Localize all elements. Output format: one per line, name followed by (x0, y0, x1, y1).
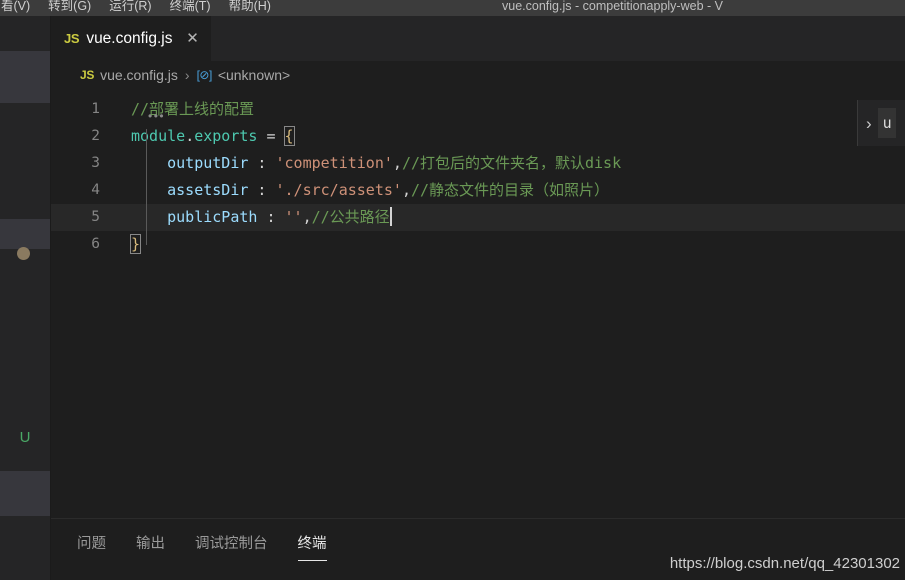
code-line[interactable]: 1 //部署上线的配置 (51, 96, 905, 123)
code-token-obj: module (131, 127, 186, 145)
explorer-row-highlight-1[interactable] (0, 51, 50, 103)
bracket-match: { (283, 126, 295, 146)
module-symbol-icon: [⊘] (196, 68, 213, 82)
panel-tab-1[interactable]: 输出 (136, 533, 165, 561)
code-line-text[interactable]: module.exports = { (115, 123, 905, 150)
code-lines[interactable]: 1//部署上线的配置 2 module.exports = {3 outputDir… (51, 96, 905, 258)
bracket-match: } (129, 234, 142, 254)
code-line-text[interactable]: publicPath : '',//公共路径 (115, 204, 905, 231)
vscode-window: 看(V) 转到(G) 运行(R) 终端(T) 帮助(H) vue.config.… (0, 0, 905, 580)
panel-tab-2[interactable]: 调试控制台 (195, 533, 268, 561)
code-line-text[interactable]: } (115, 231, 905, 258)
text-cursor (389, 207, 392, 226)
code-line[interactable]: 2 module.exports = { (51, 123, 905, 150)
line-number: 4 (91, 182, 100, 198)
panel-tab-0[interactable]: 问题 (77, 533, 106, 561)
code-editor[interactable]: 1//部署上线的配置 2 module.exports = {3 outputDir… (51, 89, 905, 518)
window-title: vue.config.js - competitionapply-web - V (502, 0, 723, 13)
editor-tab-bar: JS vue.config.js ✕ (51, 16, 905, 61)
code-token-punc: . (185, 127, 195, 145)
panel-tab-list: 问题 输出 调试控制台 终端 (77, 533, 327, 561)
explorer-row-highlight-2[interactable] (0, 219, 50, 249)
folding-dots-icon: ••• (148, 109, 166, 123)
panel-tab-3[interactable]: 终端 (297, 533, 327, 561)
code-token-prop: assetsDir (167, 181, 249, 199)
tab-vue-config-js[interactable]: JS vue.config.js ✕ (51, 16, 212, 61)
line-number: 6 (91, 236, 100, 252)
title-bar: 看(V) 转到(G) 运行(R) 终端(T) 帮助(H) vue.config.… (0, 0, 905, 16)
code-line[interactable]: 3 outputDir : 'competition',//打包后的文件夹名，默… (51, 150, 905, 177)
code-token-punc: : (248, 154, 276, 172)
explorer-sidebar[interactable]: U (0, 16, 50, 580)
close-icon[interactable]: ✕ (184, 31, 200, 46)
code-line-text[interactable]: outputDir : 'competition',//打包后的文件夹名，默认d… (115, 150, 905, 177)
code-token-punc: : (248, 181, 276, 199)
side-panel-widget[interactable]: › u (857, 100, 905, 146)
code-token-punc: , (302, 208, 312, 226)
line-number: 5 (91, 209, 100, 225)
breadcrumb[interactable]: JS vue.config.js › [⊘] <unknown> (51, 61, 905, 89)
tab-label: vue.config.js (86, 29, 173, 47)
chevron-right-icon: › (184, 67, 190, 83)
code-line-text[interactable]: assetsDir : './src/assets',//静态文件的目录（如照片… (115, 177, 905, 204)
code-line-text[interactable]: //部署上线的配置 (115, 96, 905, 123)
code-token-comment: //打包后的文件夹名，默认disk (401, 154, 622, 172)
code-token-op: = (257, 127, 285, 145)
js-file-icon: JS (64, 31, 80, 46)
watermark-url: https://blog.csdn.net/qq_42301302 (669, 555, 900, 572)
explorer-row-highlight-3[interactable] (0, 471, 50, 516)
code-token-obj: exports (194, 127, 258, 145)
code-line[interactable]: 6} (51, 231, 905, 258)
code-token-punc: , (401, 181, 411, 199)
code-token-str: 'competition' (275, 154, 393, 172)
modified-file-dot-icon (17, 247, 30, 260)
chevron-right-icon[interactable]: › (866, 115, 872, 132)
code-token-punc: : (257, 208, 285, 226)
code-token-comment: //静态文件的目录（如照片） (410, 181, 610, 199)
code-token-str: './src/assets' (275, 181, 402, 199)
code-token-prop: outputDir (167, 154, 249, 172)
code-line[interactable]: 5 publicPath : '',//公共路径 (51, 204, 905, 231)
side-widget-text: u (877, 108, 896, 138)
git-untracked-badge: U (19, 429, 31, 446)
indent-guide (146, 129, 147, 245)
js-file-icon: JS (80, 68, 95, 82)
code-token-prop: publicPath (167, 208, 258, 226)
code-token-comment: //公共路径 (311, 208, 390, 226)
line-number: 1 (91, 101, 100, 117)
code-line[interactable]: 4 assetsDir : './src/assets',//静态文件的目录（如… (51, 177, 905, 204)
code-token-punc: , (392, 154, 402, 172)
breadcrumb-file[interactable]: vue.config.js (100, 67, 178, 83)
line-number: 3 (91, 155, 100, 171)
code-token-str: '' (284, 208, 303, 226)
breadcrumb-symbol[interactable]: <unknown> (218, 67, 290, 83)
bottom-panel: 问题 输出 调试控制台 终端 https://blog.csdn.net/qq_423… (51, 518, 905, 580)
line-number: 2 (91, 128, 100, 144)
